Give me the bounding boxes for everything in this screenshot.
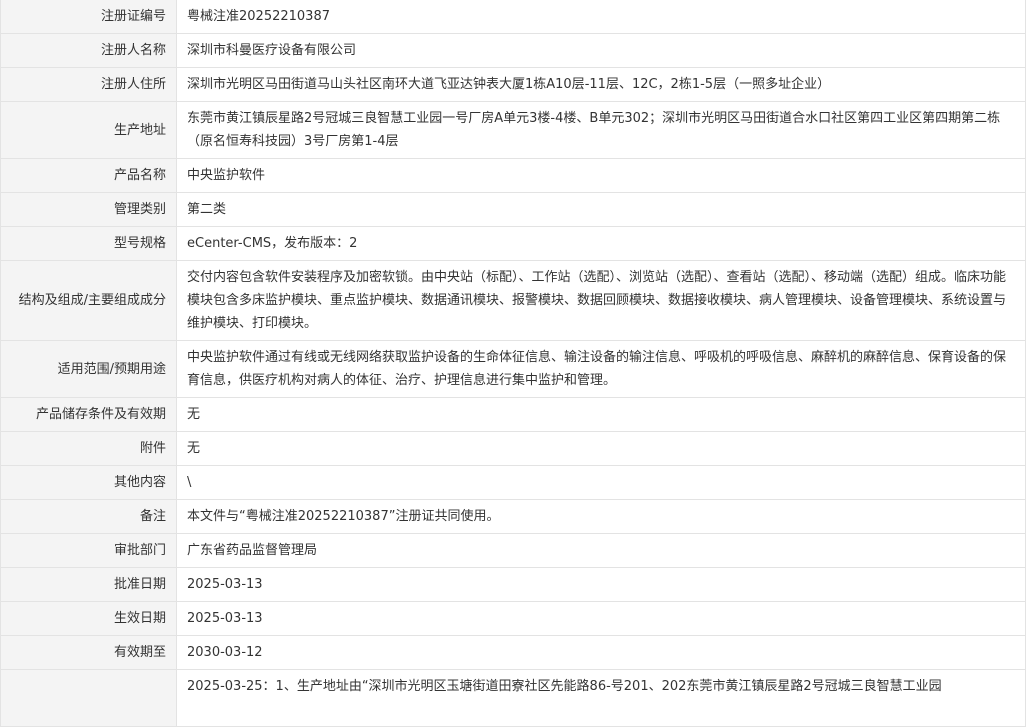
table-row: 生效日期 2025-03-13	[0, 601, 1026, 636]
field-label: 其他内容	[0, 465, 177, 500]
field-label: 注册人住所	[0, 67, 177, 102]
field-label: 适用范围/预期用途	[0, 340, 177, 398]
table-row: 附件 无	[0, 431, 1026, 466]
field-value: 广东省药品监督管理局	[176, 533, 1026, 568]
table-row: 有效期至 2030-03-12	[0, 635, 1026, 670]
field-label: 注册人名称	[0, 33, 177, 68]
field-value: 2030-03-12	[176, 635, 1026, 670]
field-label: 备注	[0, 499, 177, 534]
table-row: 适用范围/预期用途 中央监护软件通过有线或无线网络获取监护设备的生命体征信息、输…	[0, 340, 1026, 398]
field-value: \	[176, 465, 1026, 500]
table-row: 审批部门 广东省药品监督管理局	[0, 533, 1026, 568]
table-row: 产品名称 中央监护软件	[0, 158, 1026, 193]
table-row: 型号规格 eCenter-CMS，发布版本：2	[0, 226, 1026, 261]
field-label: 型号规格	[0, 226, 177, 261]
field-value: 2025-03-13	[176, 567, 1026, 602]
field-value: 东莞市黄江镇辰星路2号冠城三良智慧工业园一号厂房A单元3楼-4楼、B单元302；…	[176, 101, 1026, 159]
field-value: 无	[176, 397, 1026, 432]
table-row: 其他内容 \	[0, 465, 1026, 500]
field-label: 批准日期	[0, 567, 177, 602]
table-row: 结构及组成/主要组成成分 交付内容包含软件安装程序及加密软锁。由中央站（标配）、…	[0, 260, 1026, 341]
field-label: 管理类别	[0, 192, 177, 227]
field-label: 有效期至	[0, 635, 177, 670]
field-label: 产品储存条件及有效期	[0, 397, 177, 432]
field-label	[0, 669, 177, 727]
field-value: 深圳市科曼医疗设备有限公司	[176, 33, 1026, 68]
field-value: 粤械注准20252210387	[176, 0, 1026, 34]
table-row: 批准日期 2025-03-13	[0, 567, 1026, 602]
table-row: 2025-03-25：1、生产地址由“深圳市光明区玉塘街道田寮社区先能路86-号…	[0, 669, 1026, 727]
field-value: 深圳市光明区马田街道马山头社区南环大道飞亚达钟表大厦1栋A10层-11层、12C…	[176, 67, 1026, 102]
field-value: 无	[176, 431, 1026, 466]
field-value: 交付内容包含软件安装程序及加密软锁。由中央站（标配）、工作站（选配）、浏览站（选…	[176, 260, 1026, 341]
table-row: 管理类别 第二类	[0, 192, 1026, 227]
table-row: 备注 本文件与“粤械注准20252210387”注册证共同使用。	[0, 499, 1026, 534]
field-label: 结构及组成/主要组成成分	[0, 260, 177, 341]
field-value: 本文件与“粤械注准20252210387”注册证共同使用。	[176, 499, 1026, 534]
table-row: 注册人名称 深圳市科曼医疗设备有限公司	[0, 33, 1026, 68]
field-value: eCenter-CMS，发布版本：2	[176, 226, 1026, 261]
table-row: 产品储存条件及有效期 无	[0, 397, 1026, 432]
field-label: 附件	[0, 431, 177, 466]
field-value: 第二类	[176, 192, 1026, 227]
table-row: 生产地址 东莞市黄江镇辰星路2号冠城三良智慧工业园一号厂房A单元3楼-4楼、B单…	[0, 101, 1026, 159]
field-value: 中央监护软件	[176, 158, 1026, 193]
field-label: 产品名称	[0, 158, 177, 193]
field-label: 生效日期	[0, 601, 177, 636]
table-row: 注册证编号 粤械注准20252210387	[0, 0, 1026, 34]
field-label: 注册证编号	[0, 0, 177, 34]
field-value: 中央监护软件通过有线或无线网络获取监护设备的生命体征信息、输注设备的输注信息、呼…	[176, 340, 1026, 398]
registration-detail-table: 注册证编号 粤械注准20252210387 注册人名称 深圳市科曼医疗设备有限公…	[0, 0, 1026, 727]
table-row: 注册人住所 深圳市光明区马田街道马山头社区南环大道飞亚达钟表大厦1栋A10层-1…	[0, 67, 1026, 102]
field-value: 2025-03-13	[176, 601, 1026, 636]
field-label: 审批部门	[0, 533, 177, 568]
field-label: 生产地址	[0, 101, 177, 159]
field-value: 2025-03-25：1、生产地址由“深圳市光明区玉塘街道田寮社区先能路86-号…	[176, 669, 1026, 727]
